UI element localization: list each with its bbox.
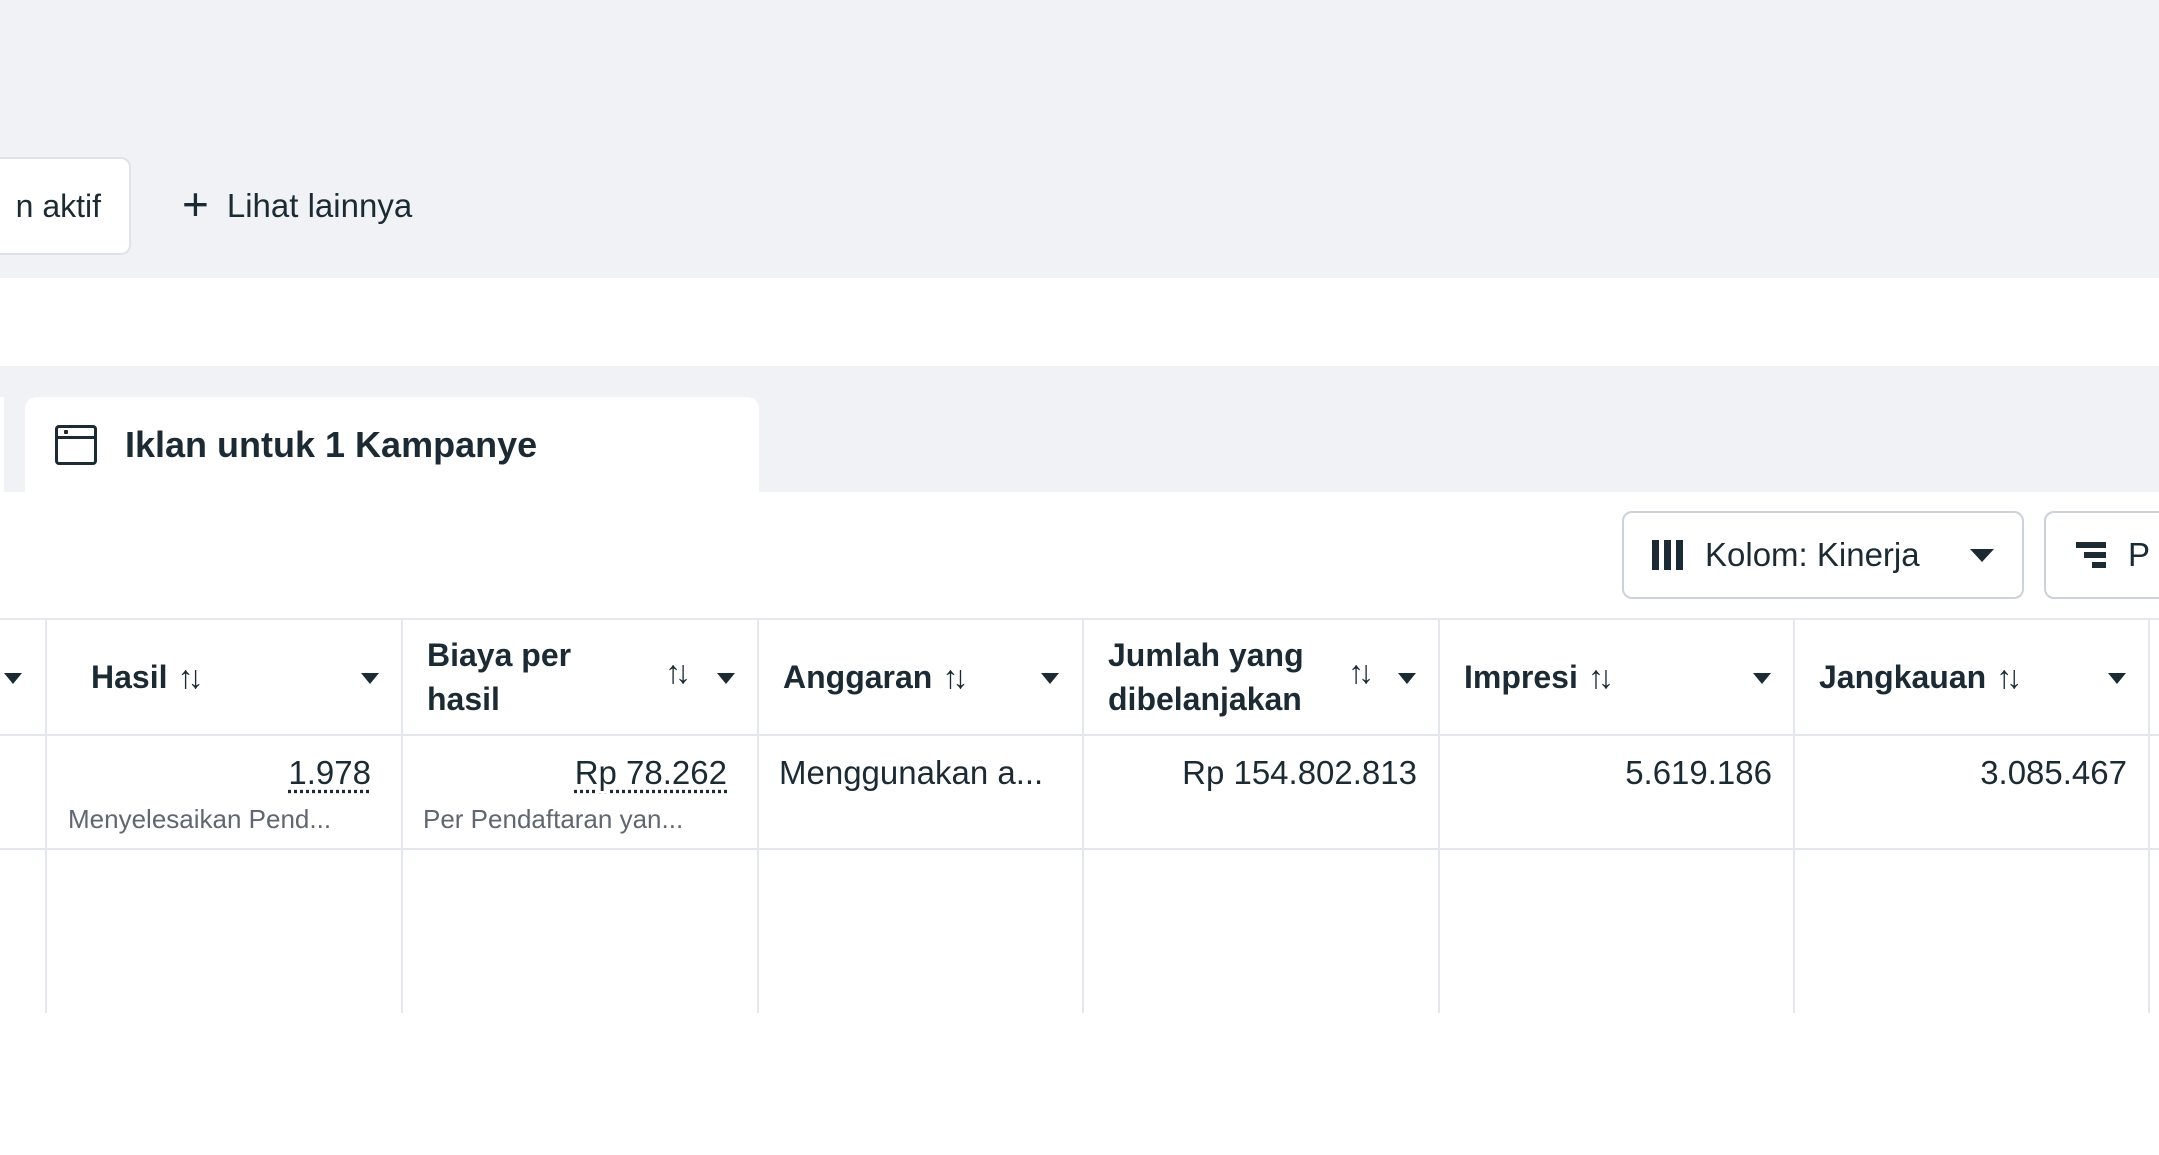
sort-icon[interactable]: ↑↓ — [665, 654, 685, 691]
sort-icon[interactable]: ↑↓ — [1996, 659, 2016, 696]
breakdown-button[interactable]: P — [2044, 511, 2159, 599]
reach-value: 3.085.467 — [1980, 754, 2127, 792]
results-subtext: Menyelesaikan Pend... — [68, 804, 331, 835]
breakdown-button-label: P — [2128, 536, 2150, 574]
ad-window-icon — [55, 425, 97, 465]
impressions-value: 5.619.186 — [1625, 754, 1772, 792]
column-header-amount-spent-label: Jumlah yang dibelanjakan — [1108, 633, 1338, 721]
column-header-impressions-label: Impresi — [1464, 655, 1578, 699]
row-bottom-border — [0, 848, 2159, 850]
sort-icon[interactable]: ↑↓ — [1348, 654, 1368, 691]
tab-previous-edge[interactable] — [0, 397, 4, 492]
column-header-cost-per-result[interactable]: Biaya per hasil ↑↓ — [403, 618, 757, 736]
budget-value: Menggunakan a... — [779, 754, 1043, 792]
column-header-results[interactable]: Hasil ↑↓ — [47, 618, 401, 736]
column-header-budget-label: Anggaran — [783, 655, 932, 699]
breakdown-icon — [2076, 542, 2106, 568]
ads-table: Hasil ↑↓ Biaya per hasil ↑↓ Anggaran ↑↓ … — [0, 618, 2159, 1013]
column-header-cost-per-result-label: Biaya per hasil — [427, 633, 627, 721]
column-menu-caret[interactable] — [361, 673, 379, 684]
sort-icon[interactable]: ↑↓ — [177, 659, 197, 696]
results-value[interactable]: 1.978 — [288, 754, 371, 792]
column-header-impressions[interactable]: Impresi ↑↓ — [1440, 618, 1793, 736]
chevron-down-icon — [1970, 549, 1994, 562]
sort-icon[interactable]: ↑↓ — [942, 659, 962, 696]
cost-per-result-value[interactable]: Rp 78.262 — [575, 754, 727, 792]
column-menu-caret[interactable] — [1398, 673, 1416, 684]
columns-button-label: Kolom: Kinerja — [1705, 536, 1920, 574]
column-menu-caret[interactable] — [4, 673, 22, 684]
columns-icon — [1652, 540, 1683, 570]
tab-ads[interactable]: Iklan untuk 1 Kampanye — [25, 397, 759, 492]
cost-per-result-subtext: Per Pendaftaran yan... — [423, 804, 683, 835]
column-menu-caret[interactable] — [1041, 673, 1059, 684]
active-filter-chip[interactable]: n aktif — [0, 157, 131, 255]
active-filter-chip-label: n aktif — [16, 188, 101, 225]
column-header-amount-spent[interactable]: Jumlah yang dibelanjakan ↑↓ — [1084, 618, 1438, 736]
column-header-budget[interactable]: Anggaran ↑↓ — [759, 618, 1082, 736]
plus-icon: + — [182, 181, 209, 227]
tab-ads-label: Iklan untuk 1 Kampanye — [125, 424, 537, 466]
column-menu-caret[interactable] — [1753, 673, 1771, 684]
column-divider — [2148, 618, 2150, 1013]
column-header-results-label: Hasil — [91, 655, 167, 699]
column-menu-caret[interactable] — [2108, 673, 2126, 684]
amount-spent-value: Rp 154.802.813 — [1182, 754, 1417, 792]
columns-dropdown-button[interactable]: Kolom: Kinerja — [1622, 511, 2024, 599]
column-menu-caret[interactable] — [717, 673, 735, 684]
column-header-reach-label: Jangkauan — [1819, 655, 1986, 699]
column-header-reach[interactable]: Jangkauan ↑↓ — [1795, 618, 2148, 736]
see-more-button[interactable]: + Lihat lainnya — [182, 180, 412, 232]
see-more-label: Lihat lainnya — [227, 187, 412, 225]
filter-bar — [0, 0, 2159, 278]
sort-icon[interactable]: ↑↓ — [1588, 659, 1608, 696]
